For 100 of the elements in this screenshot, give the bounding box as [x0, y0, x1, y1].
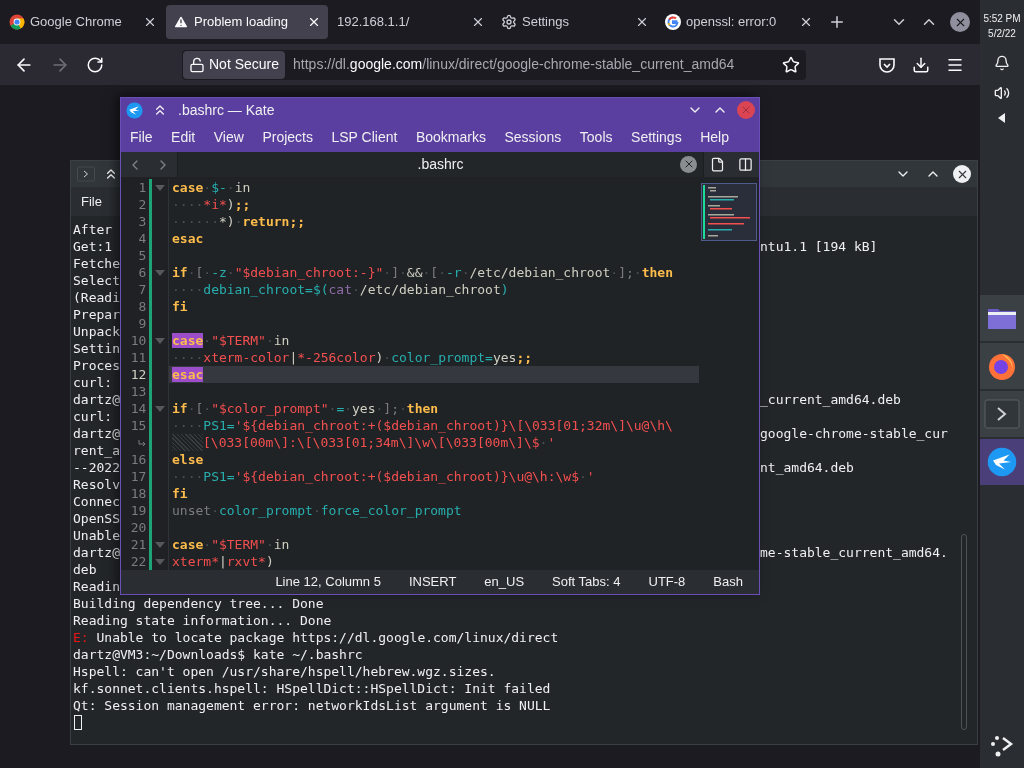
line-number: 20: [130, 519, 147, 537]
menu-item[interactable]: Tools: [579, 126, 613, 148]
wrap-indicator-icon: [138, 438, 147, 447]
code-line: ······*)·return;;: [172, 213, 306, 231]
clock-date: 5/2/22: [988, 27, 1016, 41]
scrollbar-thumb[interactable]: [961, 534, 967, 730]
close-tab-icon[interactable]: [143, 15, 157, 29]
bird-app-icon[interactable]: [987, 447, 1017, 477]
line-number: 18: [130, 485, 147, 503]
status-item[interactable]: Bash: [713, 572, 743, 592]
terminal-line: E: Unable to locate package https://dl.google.com/linux/direct: [73, 630, 559, 645]
line-number: 2: [138, 196, 147, 214]
line-number: 5: [138, 247, 147, 265]
status-item[interactable]: INSERT: [408, 572, 457, 592]
terminal-line: Select: [73, 273, 120, 288]
line-number: 21: [130, 536, 147, 554]
volume-icon[interactable]: [994, 85, 1010, 101]
line-number: 7: [138, 281, 147, 299]
download-icon[interactable]: [912, 55, 930, 74]
clock-time: 5:52 PM: [983, 12, 1021, 26]
status-item[interactable]: UTF-8: [648, 572, 686, 592]
address-bar[interactable]: Not Secure https://dl.google.com/linux/direct/google-chrome-stable_current_amd64: [182, 49, 806, 80]
browser-tab[interactable]: Settings: [494, 5, 656, 39]
terminal-line: Fetche: [73, 256, 120, 271]
browser-tab[interactable]: openssl: error:0: [658, 5, 820, 39]
minimap-drawing[interactable]: [701, 183, 757, 242]
task-button[interactable]: [980, 295, 1024, 341]
url-text: https://dl.google.com/linux/direct/google-chrome-stable_current_amd64: [293, 55, 736, 74]
close-tab-icon[interactable]: [471, 15, 485, 29]
terminal-line: ntu1.1 [194 kB]: [760, 238, 878, 255]
terminal-line: _current_amd64.deb: [760, 391, 901, 408]
expand-arrow-icon[interactable]: [998, 113, 1006, 123]
terminal-line: After: [73, 222, 113, 237]
terminal-line: Hspell: can't open /usr/share/hspell/hebrew.wgz.sizes.: [73, 664, 496, 679]
terminal-line: rent_a: [73, 443, 120, 458]
terminal-line: Building dependency tree... Done: [73, 596, 324, 611]
terminal-icon[interactable]: [984, 399, 1020, 429]
line-number: 13: [130, 383, 147, 401]
fox-app-icon: [987, 351, 1017, 381]
lock-icon: [189, 56, 205, 73]
launcher-icon[interactable]: [989, 734, 1015, 758]
browser-tab[interactable]: Problem loading: [166, 5, 328, 39]
terminal-line: google-chrome-stable_cur: [760, 425, 948, 442]
status-item[interactable]: Soft Tabs: 4: [552, 572, 621, 592]
menu-item[interactable]: Settings: [631, 126, 682, 148]
menu-item[interactable]: File: [130, 126, 153, 148]
menu-item[interactable]: Help: [700, 126, 729, 148]
line-number: 4: [138, 230, 147, 248]
pocket-icon[interactable]: [878, 55, 896, 74]
code-line: ····PS1='${debian_chroot:+($debian_chroot)}\u@\h:\w$·': [172, 468, 595, 486]
terminal-line: Qt: Session management error: networkIdsList argument is NULL: [73, 698, 551, 713]
line-number: 11: [130, 349, 147, 367]
task-button[interactable]: [980, 343, 1024, 389]
terminal-line: kf.sonnet.clients.hspell: HSpellDict::HSpellDict: Init failed: [73, 681, 551, 696]
not-secure-button[interactable]: Not Secure: [183, 50, 286, 79]
menu-item[interactable]: Sessions: [504, 126, 562, 148]
new-tab-icon[interactable]: [828, 13, 846, 31]
close-button[interactable]: [953, 165, 971, 183]
terminal-line: dartz@: [73, 545, 120, 560]
menu-item[interactable]: Edit: [171, 126, 196, 148]
star-icon[interactable]: [782, 55, 800, 74]
notification-icon[interactable]: [994, 55, 1010, 71]
document-tab[interactable]: .bashrc: [178, 151, 703, 178]
terminal-line: Unable: [73, 528, 120, 543]
browser-tab[interactable]: Google Chrome: [2, 5, 164, 39]
close-tab-icon[interactable]: [799, 15, 813, 29]
line-number: 16: [130, 451, 147, 469]
code-line: case·"$TERM"·in: [172, 536, 290, 554]
line-number: 9: [138, 315, 147, 333]
menu-item[interactable]: LSP Client: [331, 126, 398, 148]
settings-icon: [501, 14, 517, 30]
browser-tab[interactable]: 192.168.1.1/: [330, 5, 492, 39]
close-tab-icon[interactable]: [307, 15, 321, 29]
menu-item[interactable]: View: [213, 126, 244, 148]
code-line: [\033[00m\]:\[\033[01;34m\]\w\[\033[00m\]\$·': [203, 434, 556, 452]
status-item[interactable]: Line 12, Column 5: [275, 572, 381, 592]
line-number: 6: [138, 264, 147, 282]
terminal-line: Get:1: [73, 239, 113, 254]
code-line: fi: [172, 298, 188, 316]
status-item[interactable]: en_US: [484, 572, 525, 592]
terminal-line: dartz@: [73, 426, 120, 441]
terminal-line: OpenSS: [73, 511, 120, 526]
terminal-line: deb: [73, 562, 97, 577]
line-number: 10: [130, 332, 147, 350]
close-tab-icon[interactable]: [635, 15, 649, 29]
split-view-icon[interactable]: [737, 157, 753, 173]
code-line: xterm*|rxvt*): [172, 553, 274, 571]
reload-icon[interactable]: [86, 55, 104, 74]
menu-item[interactable]: Projects: [262, 126, 313, 148]
line-number: 15: [130, 417, 147, 435]
document-icon[interactable]: [710, 157, 726, 173]
menu-item[interactable]: File: [81, 191, 102, 212]
terminal-line: --2022: [73, 460, 120, 475]
code-line: case·"$TERM"·in: [172, 332, 290, 350]
menu-item[interactable]: Bookmarks: [415, 126, 486, 148]
close-button[interactable]: [950, 12, 970, 32]
bird-app-icon: [126, 101, 143, 119]
code-line: else: [172, 451, 204, 469]
task-button[interactable]: [980, 439, 1024, 485]
close-tab-button[interactable]: [680, 155, 697, 173]
